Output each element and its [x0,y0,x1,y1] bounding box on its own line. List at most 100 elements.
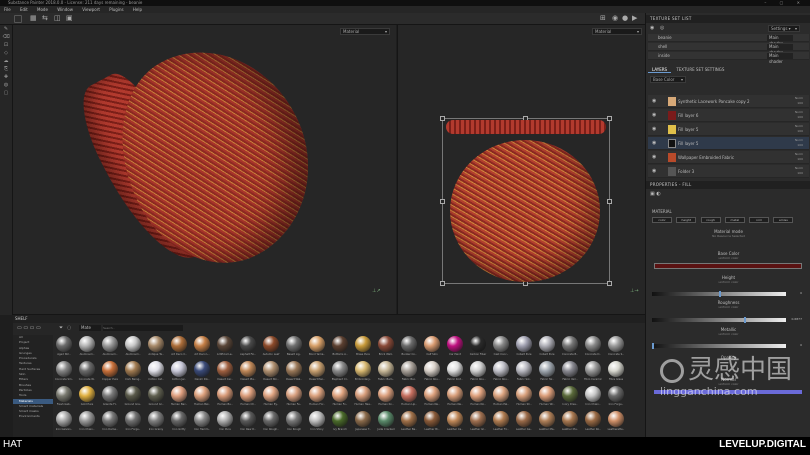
iray-icon[interactable]: ▶ [632,14,637,22]
material-preset[interactable]: Denim Riv.. [193,361,211,384]
viewport-3d-mode-select[interactable]: Material [340,28,390,35]
material-preset[interactable]: Cast Conc.. [492,336,510,359]
material-preset[interactable]: Cobalt Pure [515,336,533,359]
material-preset[interactable]: Aluminum.. [124,336,142,359]
layer-blend[interactable]: Norm 100 [795,166,803,176]
camera-icon[interactable]: ◫ [54,14,61,22]
eye-icon[interactable]: ◉ [652,165,656,178]
uv-handle[interactable] [607,116,612,121]
layer-blend[interactable]: Norm 100 [795,152,803,162]
tab-texture-set-settings[interactable]: TEXTURE SET SETTINGS [672,67,728,72]
material-preset[interactable]: Antique Ta.. [147,336,165,359]
slider-handle[interactable] [652,343,654,349]
material-preset[interactable]: Human Bel.. [193,386,211,409]
material-preset[interactable]: Autumn Leaf [262,336,280,359]
material-preset[interactable]: Aged Stri.. [55,336,73,359]
layer-row[interactable]: ◉ Fill layer 6 Norm 100 [648,109,809,122]
material-preset[interactable]: Iron Pure [216,411,234,434]
slider-handle[interactable] [744,317,747,323]
shelf-filter-tag[interactable]: Mate [79,325,101,331]
material-preset[interactable]: Cotton Cat.. [147,361,165,384]
material-preset[interactable]: Iron Forge.. [124,411,142,434]
material-preset[interactable]: Leather Fo.. [492,411,510,434]
material-preset[interactable]: Fabric Bar.. [400,361,418,384]
material-preset[interactable]: Jade Cracked [377,411,395,434]
material-preset[interactable]: Human Fe.. [285,386,303,409]
material-preset[interactable]: Iron Raw D.. [239,411,257,434]
material-preset[interactable]: Concrete W.. [78,361,96,384]
material-preset[interactable]: Iron Forge.. [607,386,625,409]
material-preset[interactable]: Human No.. [469,386,487,409]
material-preset[interactable]: Art Deco C.. [170,336,188,359]
material-preset[interactable]: Embroidery.. [354,361,372,384]
metallic-slider[interactable] [652,343,786,349]
shelf-folder-icon[interactable]: ▭ ▭ ▭ ▭ [17,325,41,331]
material-preset[interactable]: Ground Gr.. [147,386,165,409]
material-preset[interactable]: Concrete B.. [561,336,579,359]
display-settings-icon[interactable]: ⊞ [600,14,606,22]
tab-layers[interactable]: LAYERS [648,67,672,73]
material-preset[interactable]: Fibre Glass [607,361,625,384]
material-preset[interactable]: Leather Ma.. [538,411,556,434]
material-preset[interactable]: Cobalt Pure [538,336,556,359]
material-preset[interactable]: Leather Ba.. [400,411,418,434]
material-preset[interactable]: Copper Pure [101,361,119,384]
viewport-2d-mode-select[interactable]: Material [592,28,642,35]
uv-handle[interactable] [440,199,445,204]
material-preset[interactable]: Fibro Ceramic [584,361,602,384]
layer-row[interactable]: ◉ Fill layer 5 Norm 100 [648,123,809,136]
material-preset[interactable]: Leather Mu.. [561,411,579,434]
material-preset[interactable]: Leather Ro.. [584,411,602,434]
select-icon[interactable]: ▢ [0,89,12,97]
shelf-category-item[interactable]: Environments [13,414,53,419]
material-preset[interactable]: Iron Grainy [147,411,165,434]
camera-settings-icon[interactable]: ● [622,14,628,22]
material-preset[interactable]: Fresh Gab.. [55,386,73,409]
material-preset[interactable]: Iron Rough [285,411,303,434]
material-preset[interactable]: Calf Skin [423,336,441,359]
material-preset[interactable]: Ivy Branch [331,411,349,434]
projection-tool-icon[interactable]: ⊡ [0,41,12,49]
material-preset[interactable]: Ground Gra.. [124,386,142,409]
eye-icon[interactable]: ◉ [652,109,656,122]
material-preset[interactable]: Human Ch.. [239,386,257,409]
eye-icon[interactable]: ◉ [652,151,656,164]
channel-metal-button[interactable]: metal [724,217,745,223]
material-preset[interactable]: Leather Gl.. [469,411,487,434]
material-preset[interactable]: Human Ey.. [262,386,280,409]
material-preset[interactable]: Bunker Co.. [400,336,418,359]
material-preset[interactable]: Cotton Jer.. [170,361,188,384]
layer-channel-select[interactable]: Base Color [650,76,686,83]
symmetry-icon[interactable]: ⇆ [42,14,48,22]
material-preset[interactable]: Iron Shiny [308,411,326,434]
material-preset[interactable]: Concrete S.. [607,336,625,359]
screenshot-icon[interactable]: ▣ [66,14,73,22]
menu-mode[interactable]: Mode [37,7,48,12]
material-preset[interactable]: Concrete Sm.. [55,361,73,384]
material-preset[interactable]: Iron Galvan.. [55,411,73,434]
material-preset[interactable]: Asphalt Fin.. [239,336,257,359]
material-preset[interactable]: Elephant Cr.. [331,361,349,384]
clone-tool-icon[interactable]: ⎘ [0,65,12,73]
material-preset[interactable]: Fabric Rou.. [423,361,441,384]
material-preset[interactable]: Fabric Tw.. [538,361,556,384]
material-preset[interactable]: Human Bu.. [216,386,234,409]
material-preset[interactable]: Iron Chain.. [584,386,602,409]
material-preset[interactable]: Car Paint [446,336,464,359]
menu-edit[interactable]: Edit [20,7,28,12]
filter-toggle-icon[interactable]: ◌ [67,325,71,331]
material-preset[interactable]: Desert Stn.. [262,361,280,384]
layer-blend[interactable]: Norm 100 [795,96,803,106]
material-preset[interactable]: Human Sh.. [515,386,533,409]
material-preset[interactable]: Fabric Sol.. [515,361,533,384]
material-preset[interactable]: Fabric Rou.. [469,361,487,384]
layer-blend[interactable]: Norm 100 [795,110,803,120]
material-preset[interactable]: Human Wr.. [538,386,556,409]
base-color-swatch[interactable] [654,263,802,269]
eye-icon[interactable]: ◉ [652,95,656,108]
material-preset[interactable]: Basalt Lig.. [285,336,303,359]
texture-set-row[interactable]: inside Main shader [648,52,809,64]
material-preset[interactable]: Leather Ca.. [446,411,464,434]
menu-window[interactable]: Window [57,7,73,12]
material-preset[interactable]: Human For.. [308,386,326,409]
